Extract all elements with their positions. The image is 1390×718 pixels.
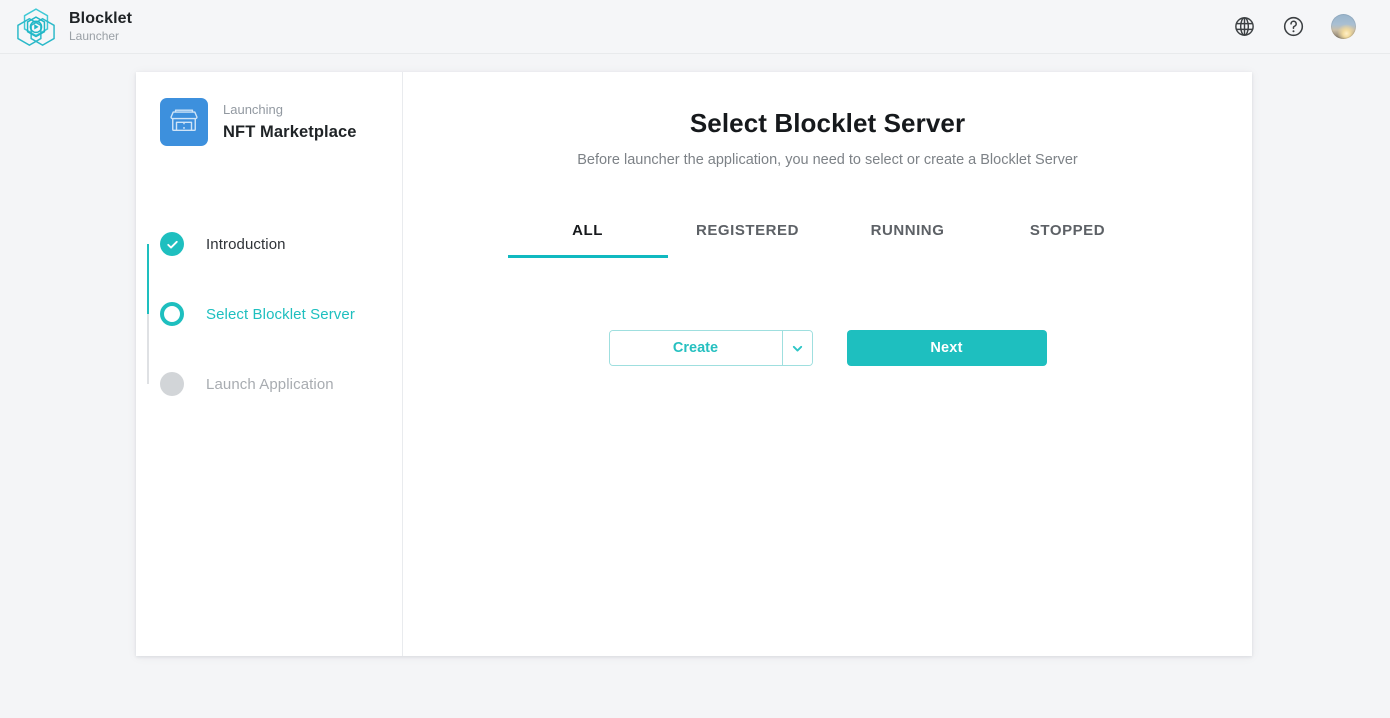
tab-all[interactable]: ALL xyxy=(508,222,668,258)
storefront-icon xyxy=(169,105,199,140)
app-launch-state: Launching xyxy=(223,103,357,116)
step-connector-1 xyxy=(147,244,149,314)
language-globe-icon[interactable] xyxy=(1233,15,1256,38)
app-name: NFT Marketplace xyxy=(223,124,357,141)
help-circle-icon[interactable] xyxy=(1282,15,1305,38)
step-active-ring-icon xyxy=(160,302,184,326)
sidebar-step-launch-application[interactable]: Launch Application xyxy=(160,349,402,419)
app-icon-tile xyxy=(160,98,208,146)
wizard-content: Select Blocklet Server Before launcher t… xyxy=(403,72,1252,656)
step-pending-dot-icon xyxy=(160,372,184,396)
brand-title: Blocklet xyxy=(69,11,132,27)
chevron-down-icon xyxy=(791,342,804,355)
app-header: Blocklet Launcher xyxy=(0,0,1390,54)
app-summary: Launching NFT Marketplace xyxy=(136,98,402,146)
tab-running[interactable]: RUNNING xyxy=(828,222,988,258)
wizard-card: Launching NFT Marketplace Introduction S… xyxy=(136,72,1252,656)
wizard-sidebar: Launching NFT Marketplace Introduction S… xyxy=(136,72,403,656)
step-label-select-blocklet-server: Select Blocklet Server xyxy=(206,306,355,323)
tab-registered[interactable]: REGISTERED xyxy=(668,222,828,258)
page-title: Select Blocklet Server xyxy=(403,108,1252,139)
server-filter-tabs: ALL REGISTERED RUNNING STOPPED xyxy=(403,222,1252,258)
header-actions xyxy=(1233,14,1356,39)
brand-subtitle: Launcher xyxy=(69,30,132,42)
step-label-introduction: Introduction xyxy=(206,236,286,253)
sidebar-step-introduction[interactable]: Introduction xyxy=(160,209,402,279)
create-dropdown-toggle[interactable] xyxy=(782,331,812,365)
next-button[interactable]: Next xyxy=(847,330,1047,366)
page-subtitle: Before launcher the application, you nee… xyxy=(403,152,1252,168)
blocklet-hexagon-play-logo-icon xyxy=(14,5,58,49)
wizard-actions: Create Next xyxy=(403,330,1252,366)
user-avatar[interactable] xyxy=(1331,14,1356,39)
create-split-button: Create xyxy=(609,330,813,366)
sidebar-step-select-blocklet-server[interactable]: Select Blocklet Server xyxy=(160,279,402,349)
step-connector-2 xyxy=(147,314,149,384)
wizard-stepper: Introduction Select Blocklet Server Laun… xyxy=(136,209,402,419)
step-label-launch-application: Launch Application xyxy=(206,376,334,393)
brand-logo[interactable]: Blocklet Launcher xyxy=(14,5,132,49)
create-button[interactable]: Create xyxy=(610,331,782,365)
tab-stopped[interactable]: STOPPED xyxy=(988,222,1148,258)
step-check-icon xyxy=(160,232,184,256)
